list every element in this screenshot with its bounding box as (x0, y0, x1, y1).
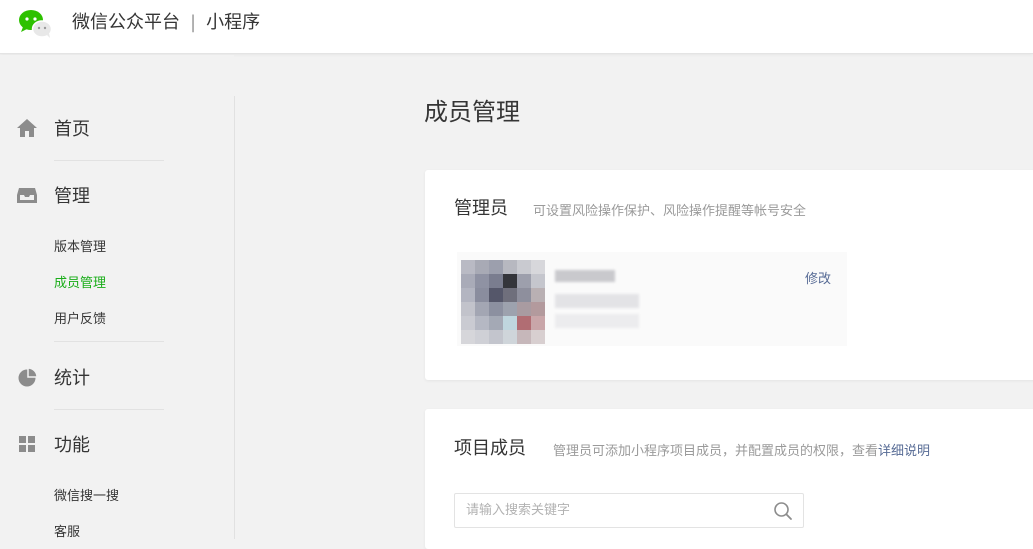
page-title: 成员管理 (424, 98, 520, 126)
sidebar-divider (234, 96, 235, 539)
nav-manage-label: 管理 (54, 186, 90, 207)
member-search-box (454, 493, 804, 528)
nav-statistics[interactable]: 统计 (16, 362, 216, 392)
top-bar: 微信公众平台 | 小程序 (0, 0, 1033, 54)
nav-manage[interactable]: 管理 (16, 180, 216, 210)
search-icon[interactable] (773, 501, 793, 521)
product-name: 小程序 (206, 12, 261, 33)
nav-home[interactable]: 首页 (16, 113, 216, 143)
wechat-logo-icon[interactable] (17, 8, 53, 38)
member-search-input[interactable] (455, 494, 765, 527)
nav-divider (54, 409, 164, 410)
sidebar-item-customer-service[interactable]: 客服 (54, 521, 80, 540)
members-card: 项目成员 管理员可添加小程序项目成员，并配置成员的权限，查看详细说明 (425, 409, 1033, 549)
members-card-desc: 管理员可添加小程序项目成员，并配置成员的权限，查看详细说明 (553, 440, 930, 459)
admin-info-redacted (555, 294, 639, 308)
nav-statistics-label: 统计 (54, 368, 90, 389)
brand-name: 微信公众平台 (72, 12, 180, 33)
admin-avatar (461, 260, 545, 344)
nav-features[interactable]: 功能 (16, 429, 216, 459)
admin-card-title: 管理员 (454, 198, 508, 219)
sidebar-item-user-feedback[interactable]: 用户反馈 (54, 308, 106, 327)
admin-info-redacted (555, 314, 639, 328)
nav-features-label: 功能 (54, 435, 90, 456)
sidebar-item-member-management[interactable]: 成员管理 (54, 272, 106, 291)
sidebar-item-wechat-search[interactable]: 微信搜一搜 (54, 485, 119, 504)
admin-name-redacted (555, 270, 615, 282)
nav-divider (54, 160, 164, 161)
admin-member-item: 修改 (457, 252, 847, 346)
pie-chart-icon (16, 366, 38, 388)
title-separator: | (190, 12, 197, 33)
grid-icon (16, 433, 38, 455)
platform-title[interactable]: 微信公众平台 | 小程序 (72, 11, 260, 35)
admin-card-desc: 可设置风险操作保护、风险操作提醒等帐号安全 (533, 204, 807, 219)
sidebar-item-version-management[interactable]: 版本管理 (54, 236, 106, 255)
inbox-icon (16, 184, 38, 206)
admin-card: 管理员 可设置风险操作保护、风险操作提醒等帐号安全 修改 (425, 170, 1033, 380)
edit-admin-link[interactable]: 修改 (805, 268, 831, 287)
details-link[interactable]: 详细说明 (878, 444, 930, 459)
nav-home-label: 首页 (54, 119, 90, 140)
members-card-title: 项目成员 (454, 438, 526, 459)
members-card-desc-text: 管理员可添加小程序项目成员，并配置成员的权限，查看 (553, 444, 879, 459)
nav-divider (54, 341, 164, 342)
home-icon (16, 117, 38, 139)
